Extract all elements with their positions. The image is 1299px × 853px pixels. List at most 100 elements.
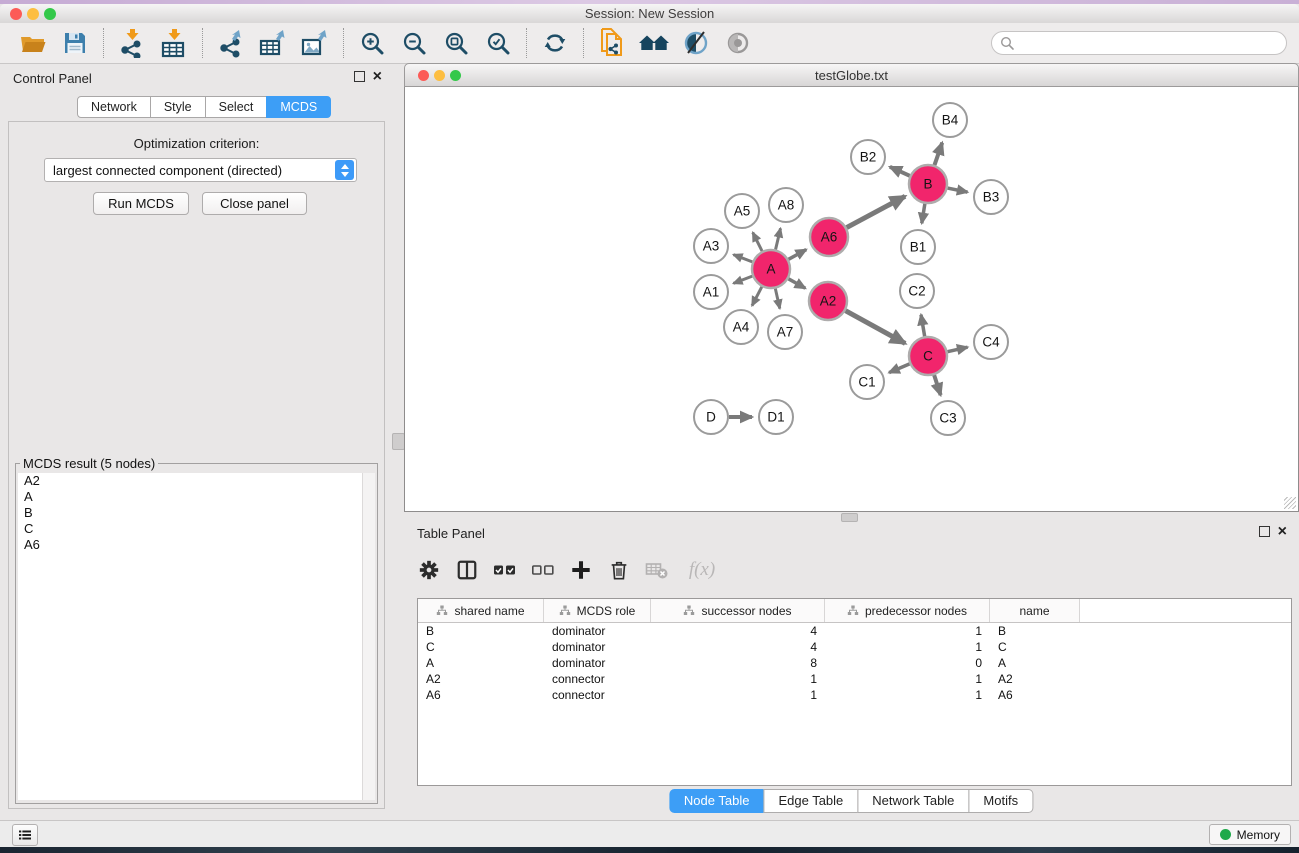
table-row[interactable]: A2connector11A2 — [418, 671, 1291, 687]
delete-column-button[interactable] — [604, 555, 634, 585]
node-C2[interactable]: C2 — [900, 274, 934, 308]
column-header-shared-name[interactable]: shared name — [418, 599, 544, 622]
edge-A-A7[interactable] — [775, 289, 779, 309]
table-row[interactable]: Bdominator41B — [418, 623, 1291, 639]
home-button[interactable] — [636, 26, 672, 60]
node-A1[interactable]: A1 — [694, 275, 728, 309]
memory-button[interactable]: Memory — [1209, 824, 1291, 845]
column-header-predecessor-nodes[interactable]: predecessor nodes — [825, 599, 990, 622]
edge-C-C3[interactable] — [934, 375, 940, 395]
task-history-button[interactable] — [12, 824, 38, 846]
column-header-mcds-role[interactable]: MCDS role — [544, 599, 651, 622]
result-item[interactable]: A6 — [18, 537, 363, 553]
tab-style[interactable]: Style — [150, 96, 206, 118]
edge-A-A6[interactable] — [789, 250, 807, 260]
node-D[interactable]: D — [694, 400, 728, 434]
delete-table-button[interactable] — [642, 555, 672, 585]
float-table-panel-icon[interactable] — [1259, 526, 1270, 537]
select-all-button[interactable] — [490, 555, 520, 585]
tab-network[interactable]: Network — [77, 96, 151, 118]
run-mcds-button[interactable]: Run MCDS — [93, 192, 189, 215]
export-network-button[interactable] — [213, 26, 249, 60]
edge-B-B3[interactable] — [948, 188, 968, 192]
edge-C-C4[interactable] — [948, 347, 968, 351]
table-row[interactable]: Cdominator41C — [418, 639, 1291, 655]
table-row[interactable]: Adominator80A — [418, 655, 1291, 671]
node-C4[interactable]: C4 — [974, 325, 1008, 359]
edge-A-A4[interactable] — [752, 287, 762, 306]
show-hide-panels-button[interactable] — [720, 26, 756, 60]
minimize-window-icon[interactable] — [27, 8, 39, 20]
close-panel-icon[interactable]: × — [373, 72, 382, 82]
tab-select[interactable]: Select — [205, 96, 268, 118]
network-close-icon[interactable] — [418, 70, 429, 81]
close-table-panel-icon[interactable]: × — [1278, 527, 1287, 537]
mcds-result-list[interactable]: A2ABCA6 — [18, 473, 363, 800]
result-item[interactable]: A — [18, 489, 363, 505]
node-C3[interactable]: C3 — [931, 401, 965, 435]
edge-C-C1[interactable] — [889, 364, 910, 373]
import-network-button[interactable] — [114, 26, 150, 60]
network-zoom-icon[interactable] — [450, 70, 461, 81]
float-panel-icon[interactable] — [354, 71, 365, 82]
network-window-titlebar[interactable]: testGlobe.txt — [404, 63, 1299, 87]
tab-motifs[interactable]: Motifs — [968, 789, 1033, 813]
node-A6[interactable]: A6 — [810, 218, 848, 256]
network-minimize-icon[interactable] — [434, 70, 445, 81]
column-header-name[interactable]: name — [990, 599, 1080, 622]
zoom-out-button[interactable] — [396, 26, 432, 60]
node-A7[interactable]: A7 — [768, 315, 802, 349]
edge-B-B1[interactable] — [922, 204, 925, 224]
edge-C-C2[interactable] — [921, 315, 925, 337]
open-file-button[interactable] — [15, 26, 51, 60]
edge-A-A3[interactable] — [733, 255, 752, 262]
edge-A-A8[interactable] — [776, 228, 781, 249]
node-A3[interactable]: A3 — [694, 229, 728, 263]
show-columns-button[interactable] — [452, 555, 482, 585]
edge-A-A5[interactable] — [753, 232, 762, 251]
edge-A-A2[interactable] — [788, 279, 805, 288]
node-C1[interactable]: C1 — [850, 365, 884, 399]
export-table-button[interactable] — [255, 26, 291, 60]
table-settings-button[interactable] — [414, 555, 444, 585]
search-input[interactable] — [1015, 35, 1278, 51]
node-B[interactable]: B — [909, 165, 947, 203]
node-A[interactable]: A — [752, 250, 790, 288]
tab-node-table[interactable]: Node Table — [669, 789, 765, 813]
edge-B-B2[interactable] — [890, 167, 910, 176]
node-B1[interactable]: B1 — [901, 230, 935, 264]
network-canvas[interactable]: B4B2BB3A5A8A6A3B1AC2A1A2A4A7C4CC1DD1C3 — [404, 87, 1299, 512]
node-A5[interactable]: A5 — [725, 194, 759, 228]
new-session-button[interactable] — [594, 26, 630, 60]
refresh-button[interactable] — [537, 26, 573, 60]
node-B2[interactable]: B2 — [851, 140, 885, 174]
edge-A-A1[interactable] — [733, 276, 752, 283]
node-D1[interactable]: D1 — [759, 400, 793, 434]
close-panel-button[interactable]: Close panel — [202, 192, 307, 215]
table-row[interactable]: A6connector11A6 — [418, 687, 1291, 703]
zoom-fit-button[interactable] — [438, 26, 474, 60]
node-A8[interactable]: A8 — [769, 188, 803, 222]
export-image-button[interactable] — [297, 26, 333, 60]
tab-edge-table[interactable]: Edge Table — [763, 789, 858, 813]
zoom-window-icon[interactable] — [44, 8, 56, 20]
edge-A6-B[interactable] — [847, 196, 905, 227]
node-B3[interactable]: B3 — [974, 180, 1008, 214]
node-A2[interactable]: A2 — [809, 282, 847, 320]
tab-network-table[interactable]: Network Table — [857, 789, 969, 813]
apply-function-button[interactable]: f(x) — [680, 555, 724, 585]
edge-A2-C[interactable] — [846, 311, 906, 344]
result-item[interactable]: A2 — [18, 473, 363, 489]
result-scrollbar[interactable] — [362, 473, 375, 800]
deselect-all-button[interactable] — [528, 555, 558, 585]
result-item[interactable]: C — [18, 521, 363, 537]
add-column-button[interactable] — [566, 555, 596, 585]
node-B4[interactable]: B4 — [933, 103, 967, 137]
criterion-select[interactable]: largest connected component (directed) — [44, 158, 357, 182]
zoom-selected-button[interactable] — [480, 26, 516, 60]
column-header-successor-nodes[interactable]: successor nodes — [651, 599, 825, 622]
close-window-icon[interactable] — [10, 8, 22, 20]
tab-mcds[interactable]: MCDS — [266, 96, 331, 118]
zoom-in-button[interactable] — [354, 26, 390, 60]
node-C[interactable]: C — [909, 337, 947, 375]
